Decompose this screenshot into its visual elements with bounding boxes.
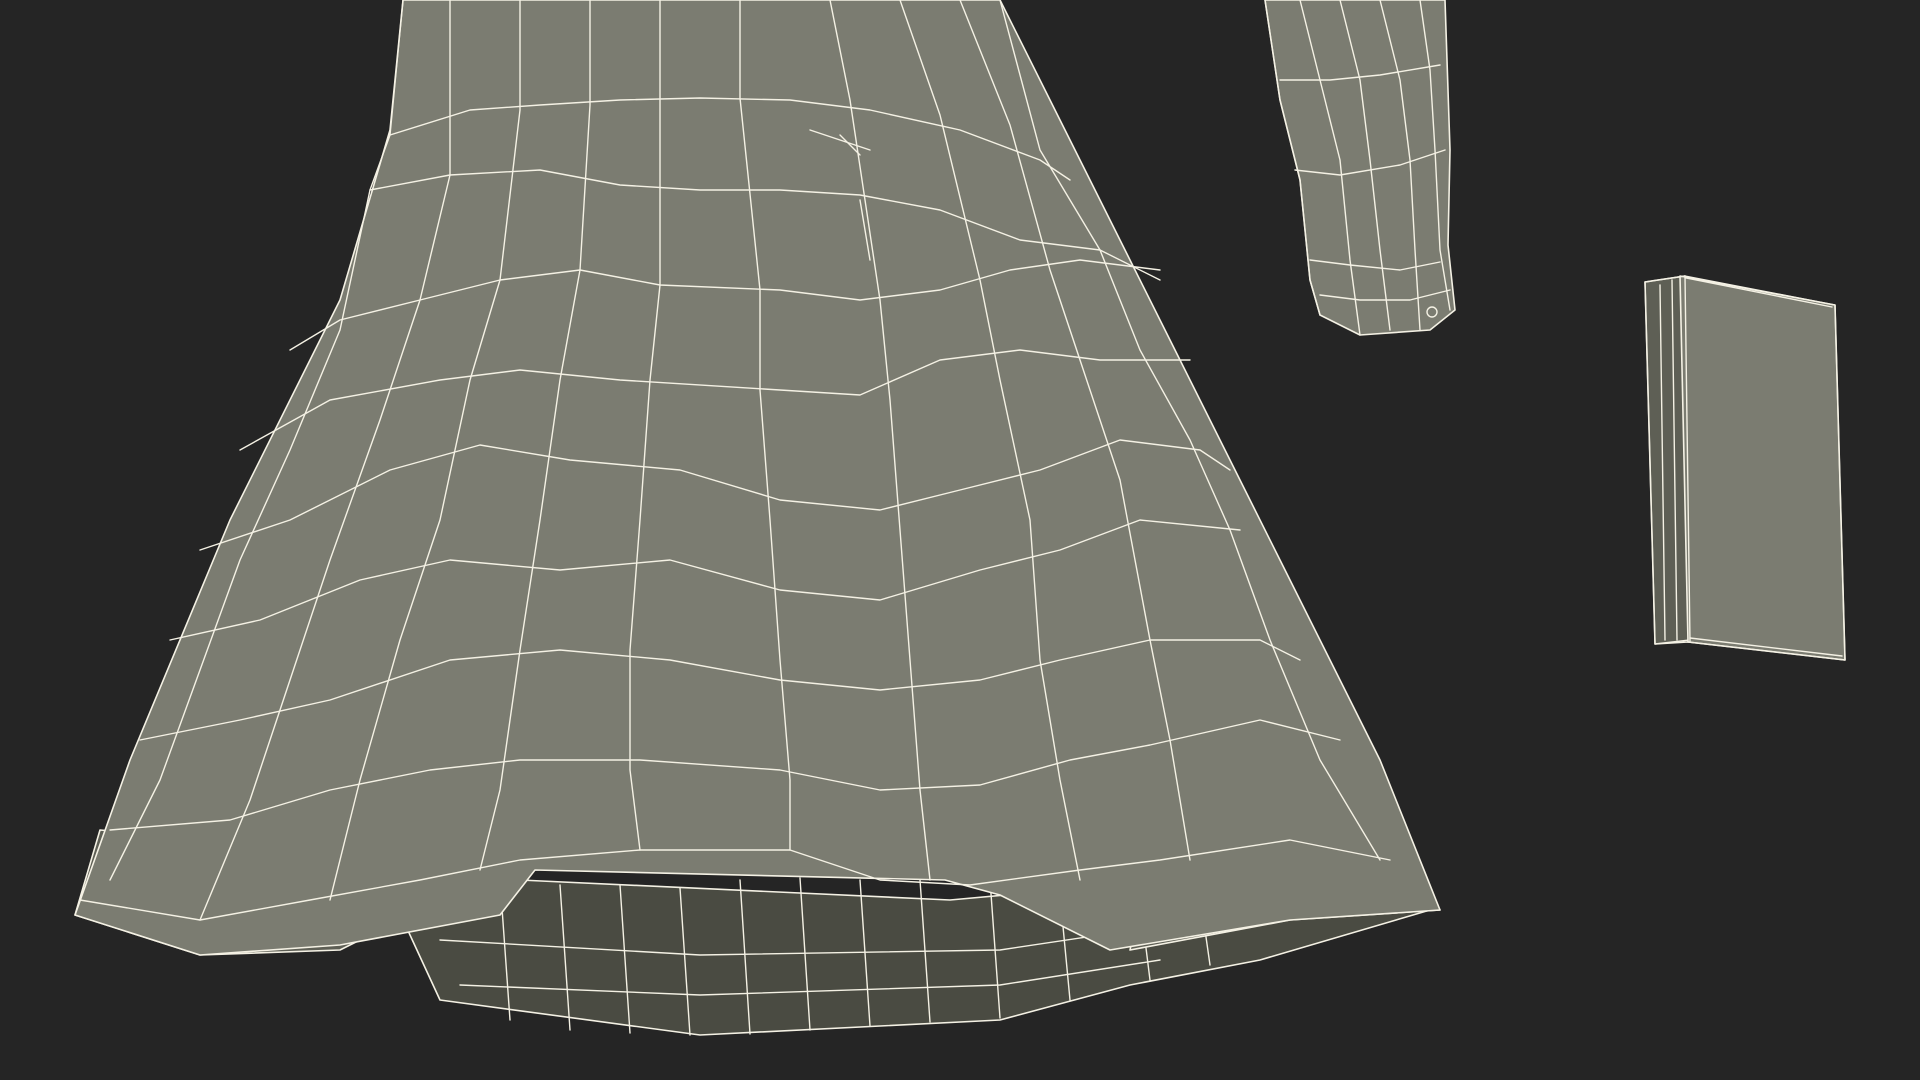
book-cover: [1679, 275, 1846, 661]
wireframe-render: [0, 0, 1920, 1080]
3d-render-viewport: [0, 0, 1920, 1080]
book-mesh: [1644, 275, 1846, 661]
